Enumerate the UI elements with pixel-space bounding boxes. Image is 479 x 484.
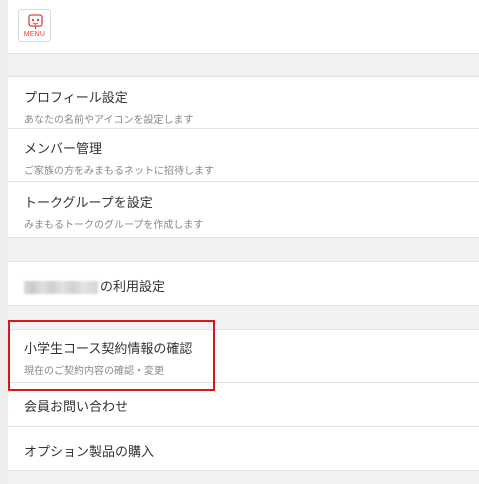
item-subtitle: ご家族の方をみまもるネットに招待します bbox=[24, 166, 214, 177]
usage-settings-title: の利用設定 bbox=[24, 276, 165, 295]
item-subtitle: みまもるトークのグループを作成します bbox=[24, 220, 204, 231]
usage-settings-suffix: の利用設定 bbox=[100, 280, 166, 295]
left-edge-bar bbox=[0, 0, 8, 484]
section-gap bbox=[8, 54, 479, 76]
section-gap bbox=[8, 471, 479, 484]
member-management-item[interactable]: メンバー管理 ご家族の方をみまもるネットに招待します bbox=[8, 129, 479, 182]
option-purchase-item[interactable]: オプション製品の購入 bbox=[8, 427, 479, 471]
item-title: プロフィール設定 bbox=[24, 91, 128, 106]
robot-face-icon bbox=[28, 14, 43, 29]
talk-group-settings-item[interactable]: トークグループを設定 みまもるトークのグループを作成します bbox=[8, 182, 479, 238]
item-title: 会員お問い合わせ bbox=[24, 400, 129, 415]
section-gap bbox=[8, 306, 479, 329]
contract-info-item[interactable]: 小学生コース契約情報の確認 現在のご契約内容の確認・変更 bbox=[8, 329, 479, 383]
profile-settings-item[interactable]: プロフィール設定 あなたの名前やアイコンを設定します bbox=[8, 76, 479, 129]
item-title: メンバー管理 bbox=[24, 142, 103, 157]
item-title: 小学生コース契約情報の確認 bbox=[24, 342, 193, 357]
member-inquiry-item[interactable]: 会員お問い合わせ bbox=[8, 383, 479, 427]
menu-label: MENU bbox=[23, 31, 46, 38]
usage-settings-item[interactable]: の利用設定 bbox=[8, 261, 479, 306]
item-title: トークグループを設定 bbox=[24, 196, 153, 211]
item-subtitle: あなたの名前やアイコンを設定します bbox=[24, 115, 194, 126]
menu-button[interactable]: MENU bbox=[18, 9, 51, 42]
settings-menu-page: MENU プロフィール設定 あなたの名前やアイコンを設定します メンバー管理 ご… bbox=[8, 0, 479, 484]
redacted-service-name bbox=[24, 281, 98, 294]
section-gap bbox=[8, 238, 479, 261]
item-title: オプション製品の購入 bbox=[24, 445, 155, 460]
item-subtitle: 現在のご契約内容の確認・変更 bbox=[24, 366, 164, 377]
header-bar: MENU bbox=[8, 0, 479, 54]
